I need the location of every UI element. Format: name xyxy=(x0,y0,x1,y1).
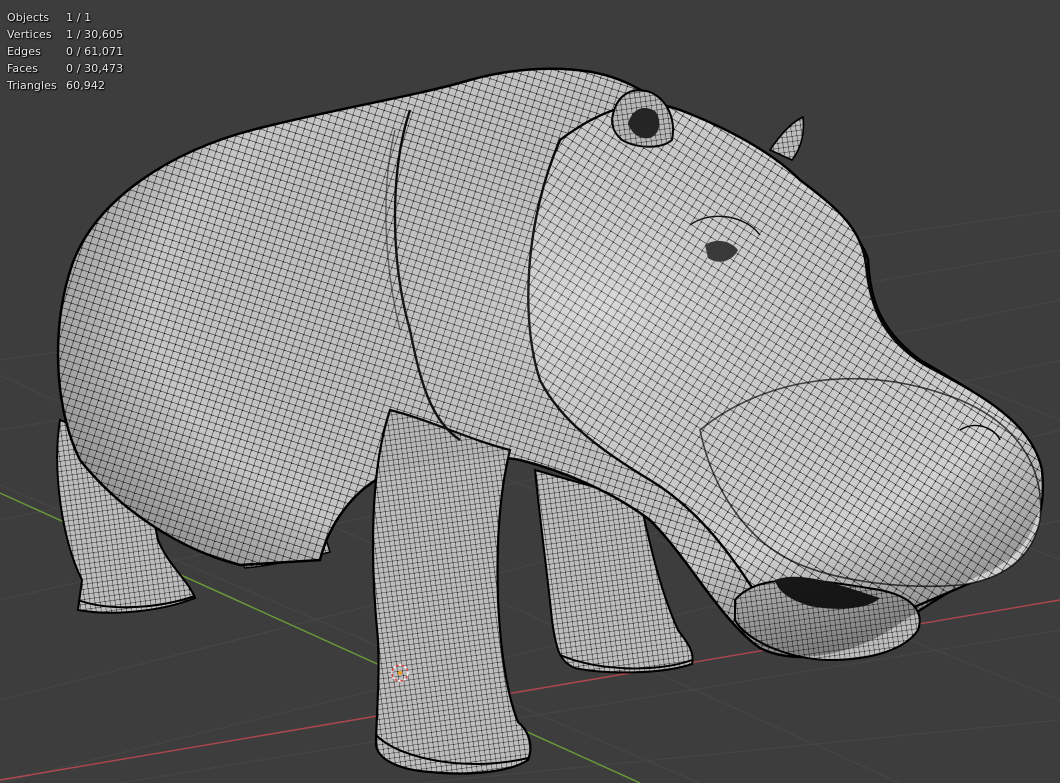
stat-value: 60,942 xyxy=(66,79,106,92)
stat-label: Edges xyxy=(7,45,41,58)
stat-label: Faces xyxy=(7,62,39,75)
stat-value: 1 / 1 xyxy=(66,11,92,24)
stat-label: Triangles xyxy=(7,79,57,92)
stat-faces: Faces 0 / 30,473 xyxy=(7,60,123,77)
stat-triangles: Triangles 60,942 xyxy=(7,77,123,94)
stat-objects: Objects 1 / 1 xyxy=(7,9,123,26)
stat-value: 1 / 30,605 xyxy=(66,28,124,41)
stat-label: Objects xyxy=(7,11,50,24)
stat-vertices: Vertices 1 / 30,605 xyxy=(7,26,123,43)
viewport-scene[interactable] xyxy=(0,0,1060,783)
stat-value: 0 / 30,473 xyxy=(66,62,124,75)
stat-value: 0 / 61,071 xyxy=(66,45,124,58)
viewport-statistics-overlay: Objects 1 / 1 Vertices 1 / 30,605 Edges … xyxy=(7,9,123,94)
hippo-ear-far xyxy=(768,115,805,161)
stat-label: Vertices xyxy=(7,28,52,41)
stat-edges: Edges 0 / 61,071 xyxy=(7,43,123,60)
3d-viewport[interactable]: Objects 1 / 1 Vertices 1 / 30,605 Edges … xyxy=(0,0,1060,783)
hippo-mesh[interactable] xyxy=(56,67,1045,775)
